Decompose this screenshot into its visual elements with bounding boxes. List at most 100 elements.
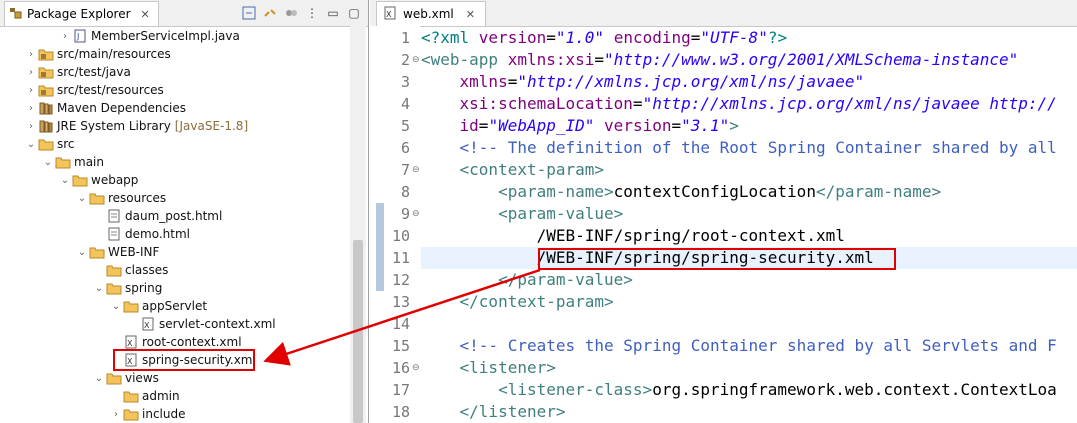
code-line[interactable]: <context-param> xyxy=(421,159,605,181)
chevron-right-icon[interactable]: › xyxy=(24,65,38,79)
focus-icon[interactable] xyxy=(283,5,299,21)
fold-toggle-icon[interactable]: ⊖ xyxy=(412,357,420,379)
folder-icon xyxy=(89,244,105,260)
tree-item[interactable]: ⌄ views xyxy=(92,369,159,387)
editor-tab-label: web.xml xyxy=(403,7,454,21)
scrollbar-thumb[interactable] xyxy=(353,240,363,423)
chevron-down-icon[interactable]: ⌄ xyxy=(24,137,38,151)
minimize-icon[interactable]: ▭ xyxy=(325,5,341,21)
line-number: 16 xyxy=(391,359,410,377)
package-explorer-tabbar: Package Explorer ✕ ⋮ ▭ ▢ xyxy=(0,0,368,27)
fold-toggle-icon[interactable]: ⊖ xyxy=(412,203,420,225)
view-menu-icon[interactable]: ⋮ xyxy=(304,5,320,21)
code-line[interactable]: </listener> xyxy=(421,401,566,423)
tree-item[interactable]: ⌄ resources xyxy=(75,189,166,207)
code-token: <param-name> xyxy=(498,182,614,201)
tree-item[interactable]: ⌄ webapp xyxy=(58,171,139,189)
collapse-all-icon[interactable] xyxy=(241,5,257,21)
code-area[interactable]: <?xml version="1.0" encoding="UTF-8"?> <w… xyxy=(421,26,1077,423)
code-token: "3.1" xyxy=(681,116,730,135)
tree-item-label: resources xyxy=(108,191,167,205)
close-icon[interactable]: ✕ xyxy=(466,8,475,21)
code-token: "http://xmlns.jcp.org/xml/ns/javaee" xyxy=(517,72,865,91)
tree-item[interactable]: ⌄ appServlet xyxy=(109,297,207,315)
tree-item[interactable]: ⌄ main xyxy=(41,153,104,171)
code-line[interactable]: /WEB-INF/spring/root-context.xml xyxy=(421,225,845,247)
chevron-down-icon[interactable]: ⌄ xyxy=(92,281,106,295)
folder-icon xyxy=(89,190,105,206)
tree-item[interactable]: demo.html xyxy=(92,225,190,243)
chevron-right-icon[interactable]: › xyxy=(58,29,72,43)
editor-tab-web-xml[interactable]: X web.xml ✕ xyxy=(376,1,486,26)
code-token: > xyxy=(729,116,739,135)
code-line[interactable]: <web-app xmlns:xsi="http://www.w3.org/20… xyxy=(421,49,1018,71)
tree-item[interactable]: ⌄ src xyxy=(24,135,75,153)
tree-item[interactable]: Xservlet-context.xml xyxy=(126,315,276,333)
line-number: 15 xyxy=(391,337,410,355)
tree-item[interactable]: admin xyxy=(109,387,180,405)
code-line[interactable]: <listener> xyxy=(421,357,556,379)
line-number: 3 xyxy=(400,73,410,91)
link-with-editor-icon[interactable] xyxy=(262,5,278,21)
svg-text:X: X xyxy=(386,10,392,19)
chevron-down-icon[interactable]: ⌄ xyxy=(41,155,55,169)
code-token: </param-value> xyxy=(498,270,633,289)
code-line[interactable]: <listener-class>org.springframework.web.… xyxy=(421,379,1057,401)
code-token: = xyxy=(478,116,489,135)
tree-item-label: Maven Dependencies xyxy=(57,101,187,115)
html-file-icon xyxy=(106,226,122,242)
folder-icon xyxy=(38,136,54,152)
tree-item[interactable]: › JRE System Library [JavaSE-1.8] xyxy=(24,117,248,135)
code-line[interactable]: id="WebApp_ID" version="3.1"> xyxy=(421,115,739,137)
maximize-icon[interactable]: ▢ xyxy=(346,5,362,21)
chevron-right-icon[interactable]: › xyxy=(24,47,38,61)
folder-icon xyxy=(123,298,139,314)
chevron-down-icon[interactable]: ⌄ xyxy=(75,245,89,259)
code-line[interactable]: <!-- The definition of the Root Spring C… xyxy=(421,137,1057,159)
tree-scrollbar[interactable] xyxy=(350,26,366,423)
code-line[interactable]: <param-name>contextConfigLocation</param… xyxy=(421,181,941,203)
tree-item[interactable]: ⌄ WEB-INF xyxy=(75,243,160,261)
change-marker xyxy=(376,203,384,291)
line-number: 4 xyxy=(400,95,410,113)
svg-text:X: X xyxy=(127,339,133,348)
fold-toggle-icon[interactable]: ⊖ xyxy=(412,159,420,181)
chevron-right-icon[interactable]: › xyxy=(24,101,38,115)
chevron-right-icon[interactable]: › xyxy=(24,83,38,97)
tree-item[interactable]: › include xyxy=(109,405,185,423)
tree-item[interactable]: › J MemberServiceImpl.java xyxy=(58,27,240,45)
code-line[interactable]: <param-value> xyxy=(421,203,623,225)
tree-item-label: views xyxy=(125,371,159,385)
code-line[interactable]: xmlns="http://xmlns.jcp.org/xml/ns/javae… xyxy=(421,71,865,93)
chevron-down-icon[interactable]: ⌄ xyxy=(92,371,106,385)
chevron-right-icon[interactable]: › xyxy=(24,119,38,133)
code-line[interactable]: <!-- Creates the Spring Container shared… xyxy=(421,335,1057,357)
chevron-down-icon[interactable]: ⌄ xyxy=(109,299,123,313)
chevron-down-icon[interactable]: ⌄ xyxy=(58,173,72,187)
code-line[interactable]: <?xml version="1.0" encoding="UTF-8"?> xyxy=(421,27,787,49)
xml-editor: X web.xml ✕ 1 2 ⊖ 3 4 5 6 7 ⊖ 8 9 ⊖ 10 11 12 13 14 15 16 ⊖ 1… xyxy=(370,0,1077,423)
close-icon[interactable]: ✕ xyxy=(141,8,150,21)
tree-item[interactable]: › src/test/resources xyxy=(24,81,164,99)
chevron-down-icon[interactable]: ⌄ xyxy=(75,191,89,205)
code-token: <web-app xyxy=(421,50,508,69)
tree-item[interactable]: classes xyxy=(92,261,168,279)
code-token: </context-param> xyxy=(459,292,614,311)
tree-item[interactable]: › src/test/java xyxy=(24,63,131,81)
code-line[interactable]: xsi:schemaLocation="http://xmlns.jcp.org… xyxy=(421,93,1057,115)
tree-item[interactable]: › src/main/resources xyxy=(24,45,171,63)
xml-file-icon: X xyxy=(383,6,397,23)
fold-toggle-icon[interactable]: ⊖ xyxy=(412,49,420,71)
tree-item[interactable]: daum_post.html xyxy=(92,207,222,225)
code-line[interactable]: </param-value> xyxy=(421,269,633,291)
package-explorer-tab[interactable]: Package Explorer ✕ xyxy=(4,1,159,26)
tree-item[interactable]: › Maven Dependencies xyxy=(24,99,186,117)
chevron-right-icon[interactable]: › xyxy=(109,407,123,421)
tree-item[interactable]: ⌄ spring xyxy=(92,279,163,297)
code-token: = xyxy=(632,94,643,113)
code-line[interactable]: </context-param> xyxy=(421,291,614,313)
